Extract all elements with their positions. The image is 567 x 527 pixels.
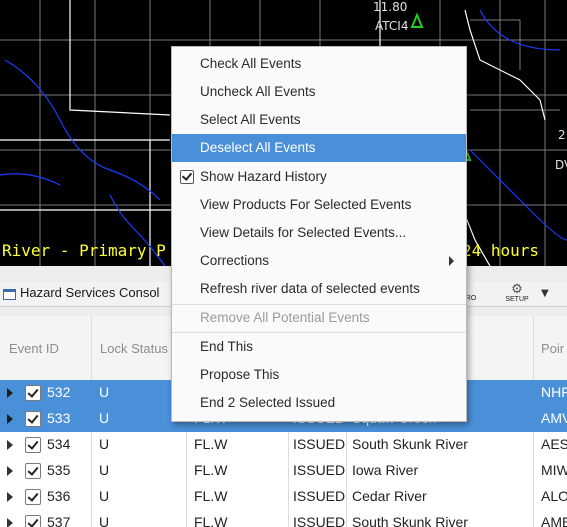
event-id-cell: 537	[47, 514, 71, 527]
edge-label-1: 2	[558, 128, 566, 142]
row-checkbox[interactable]	[25, 489, 41, 505]
context-menu: Check All Events Uncheck All Events Sele…	[171, 46, 467, 422]
event-id-cell: 532	[47, 384, 71, 400]
row-checkbox[interactable]	[25, 411, 41, 427]
expand-arrow-icon[interactable]	[7, 492, 13, 502]
edge-label-2: DV	[555, 158, 567, 172]
row-checkbox[interactable]	[25, 437, 41, 453]
menu-item-label: End This	[200, 339, 254, 354]
menu-item-label: Refresh river data of selected events	[200, 281, 420, 296]
event-id-cell: 533	[47, 410, 71, 426]
menu-item-deselect-all[interactable]: Deselect All Events	[172, 134, 466, 162]
lock-status-cell: U	[99, 410, 110, 426]
point-cell: AME	[541, 514, 567, 527]
expand-arrow-icon[interactable]	[7, 440, 13, 450]
gear-icon: ⚙	[511, 281, 523, 296]
phen-sig-cell: FL.W	[194, 462, 228, 478]
expand-arrow-icon[interactable]	[7, 388, 13, 398]
window-icon	[3, 289, 16, 300]
lock-status-cell: U	[99, 514, 110, 527]
menu-item-uncheck-all[interactable]: Uncheck All Events	[172, 78, 466, 106]
table-row[interactable]: 535 U FL.W ISSUED Iowa River MIW	[0, 458, 567, 484]
menu-item-label: View Details for Selected Events...	[200, 225, 407, 240]
map-legend-banner-right: 24 hours	[462, 241, 540, 260]
point-cell: NHF	[541, 384, 567, 400]
status-cell: ISSUED	[293, 514, 346, 527]
menu-item-show-hazard-history[interactable]: Show Hazard History	[172, 163, 466, 191]
menu-item-label: End 2 Selected Issued	[200, 395, 336, 410]
checkbox-checked-icon	[180, 170, 194, 184]
point-cell: ALO	[541, 488, 567, 504]
menu-item-label: Uncheck All Events	[200, 84, 316, 99]
menu-item-label: Select All Events	[200, 112, 301, 127]
menu-item-label: Show Hazard History	[200, 169, 327, 184]
submenu-arrow-icon	[449, 256, 454, 266]
lock-status-cell: U	[99, 436, 110, 452]
stream-name-cell: South Skunk River	[352, 514, 468, 527]
menu-item-end-this[interactable]: End This	[172, 333, 466, 361]
expand-arrow-icon[interactable]	[7, 414, 13, 424]
menu-item-propose-this[interactable]: Propose This	[172, 361, 466, 389]
stream-name-cell: Iowa River	[352, 462, 419, 478]
menu-item-end-selected-issued[interactable]: End 2 Selected Issued	[172, 389, 466, 417]
menu-item-remove-potential: Remove All Potential Events	[172, 304, 466, 332]
station-id-label: ATCI4	[375, 19, 409, 33]
chevron-down-icon[interactable]: ▼	[541, 288, 553, 299]
table-row[interactable]: 536 U FL.W ISSUED Cedar River ALO	[0, 484, 567, 510]
event-id-cell: 534	[47, 436, 71, 452]
phen-sig-cell: FL.W	[194, 436, 228, 452]
point-cell: MIW	[541, 462, 567, 478]
col-lock-status[interactable]: Lock Status	[100, 341, 168, 356]
menu-item-label: View Products For Selected Events	[200, 197, 412, 212]
col-event-id[interactable]: Event ID	[9, 341, 59, 356]
menu-item-corrections[interactable]: Corrections	[172, 247, 466, 275]
status-cell: ISSUED	[293, 462, 346, 478]
lock-status-cell: U	[99, 488, 110, 504]
menu-item-view-details[interactable]: View Details for Selected Events...	[172, 219, 466, 247]
menu-item-label: Remove All Potential Events	[200, 310, 370, 325]
event-id-cell: 536	[47, 488, 71, 504]
phen-sig-cell: FL.W	[194, 488, 228, 504]
setup-button-label: SETUP	[505, 296, 529, 303]
menu-item-label: Check All Events	[200, 56, 302, 71]
event-id-cell: 535	[47, 462, 71, 478]
table-row[interactable]: 537 U FL.W ISSUED South Skunk River AME	[0, 510, 567, 527]
expand-arrow-icon[interactable]	[7, 518, 13, 527]
lock-status-cell: U	[99, 384, 110, 400]
menu-item-select-all[interactable]: Select All Events	[172, 106, 466, 134]
stream-name-cell: Cedar River	[352, 488, 427, 504]
station-stage-value: 11.80	[373, 0, 408, 14]
phen-sig-cell: FL.W	[194, 514, 228, 527]
point-cell: AES	[541, 436, 567, 452]
menu-item-label: Propose This	[200, 367, 280, 382]
menu-item-refresh-river-data[interactable]: Refresh river data of selected events	[172, 275, 466, 303]
menu-item-check-all[interactable]: Check All Events	[172, 50, 466, 78]
status-cell: ISSUED	[293, 436, 346, 452]
menu-item-view-products[interactable]: View Products For Selected Events	[172, 191, 466, 219]
setup-button[interactable]: ⚙ SETUP	[500, 282, 534, 306]
table-row[interactable]: 534 U FL.W ISSUED South Skunk River AES	[0, 432, 567, 458]
menu-item-label: Corrections	[200, 253, 270, 268]
point-cell: AMV	[541, 410, 567, 426]
expand-arrow-icon[interactable]	[7, 466, 13, 476]
lock-status-cell: U	[99, 462, 110, 478]
status-cell: ISSUED	[293, 488, 346, 504]
row-checkbox[interactable]	[25, 463, 41, 479]
console-title: Hazard Services Consol	[20, 285, 160, 300]
row-checkbox[interactable]	[25, 515, 41, 527]
stream-name-cell: South Skunk River	[352, 436, 468, 452]
map-legend-banner-left: River - Primary P	[2, 241, 166, 260]
col-point[interactable]: Poir	[541, 341, 564, 356]
row-checkbox[interactable]	[25, 385, 41, 401]
menu-item-label: Deselect All Events	[200, 140, 316, 155]
